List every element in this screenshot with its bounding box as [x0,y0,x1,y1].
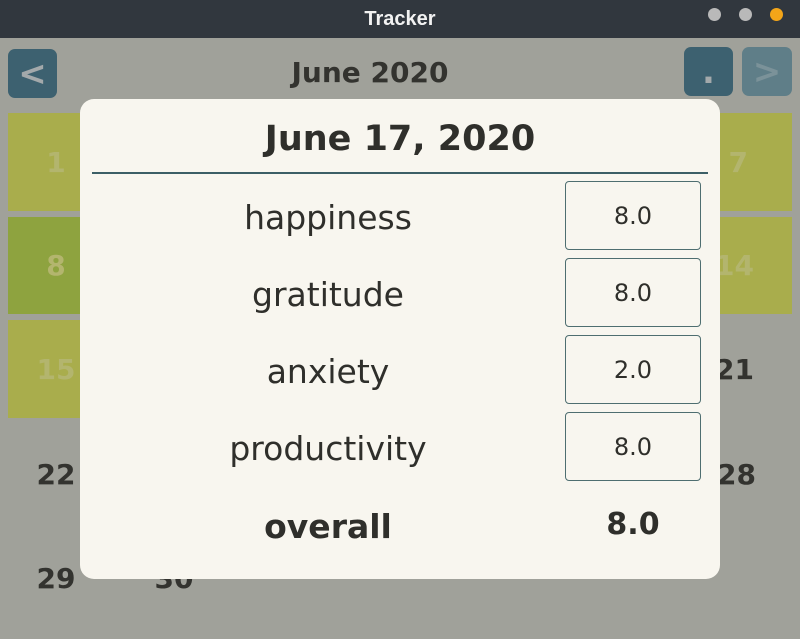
window-titlebar: Tracker [0,0,800,38]
maximize-button[interactable] [739,8,752,21]
metric-label-productivity: productivity [229,429,427,468]
metric-input-happiness[interactable]: 8.0 [565,181,701,250]
month-title: June 2020 [291,56,449,89]
metric-label-gratitude: gratitude [252,275,404,314]
chevron-right-icon: > [752,51,782,92]
metric-label-anxiety: anxiety [266,352,390,391]
minimize-button[interactable] [708,8,721,21]
metric-input-anxiety[interactable]: 2.0 [565,335,701,404]
prev-month-button[interactable]: < [8,49,57,98]
dialog-date-title: June 17, 2020 [264,119,536,159]
metric-input-productivity[interactable]: 8.0 [565,412,701,481]
title-divider [92,172,708,174]
dot-icon: . [702,51,715,92]
overall-value: 8.0 [606,507,660,542]
next-month-button[interactable]: > [742,47,792,96]
close-button[interactable] [770,8,783,21]
today-button[interactable]: . [684,47,733,96]
overall-label: overall [264,507,392,546]
day-detail-dialog: June 17, 2020 happiness 8.0 gratitude 8.… [80,99,720,579]
chevron-left-icon: < [18,53,47,94]
window-title: Tracker [364,7,436,30]
metric-input-gratitude[interactable]: 8.0 [565,258,701,327]
metric-label-happiness: happiness [244,198,412,237]
